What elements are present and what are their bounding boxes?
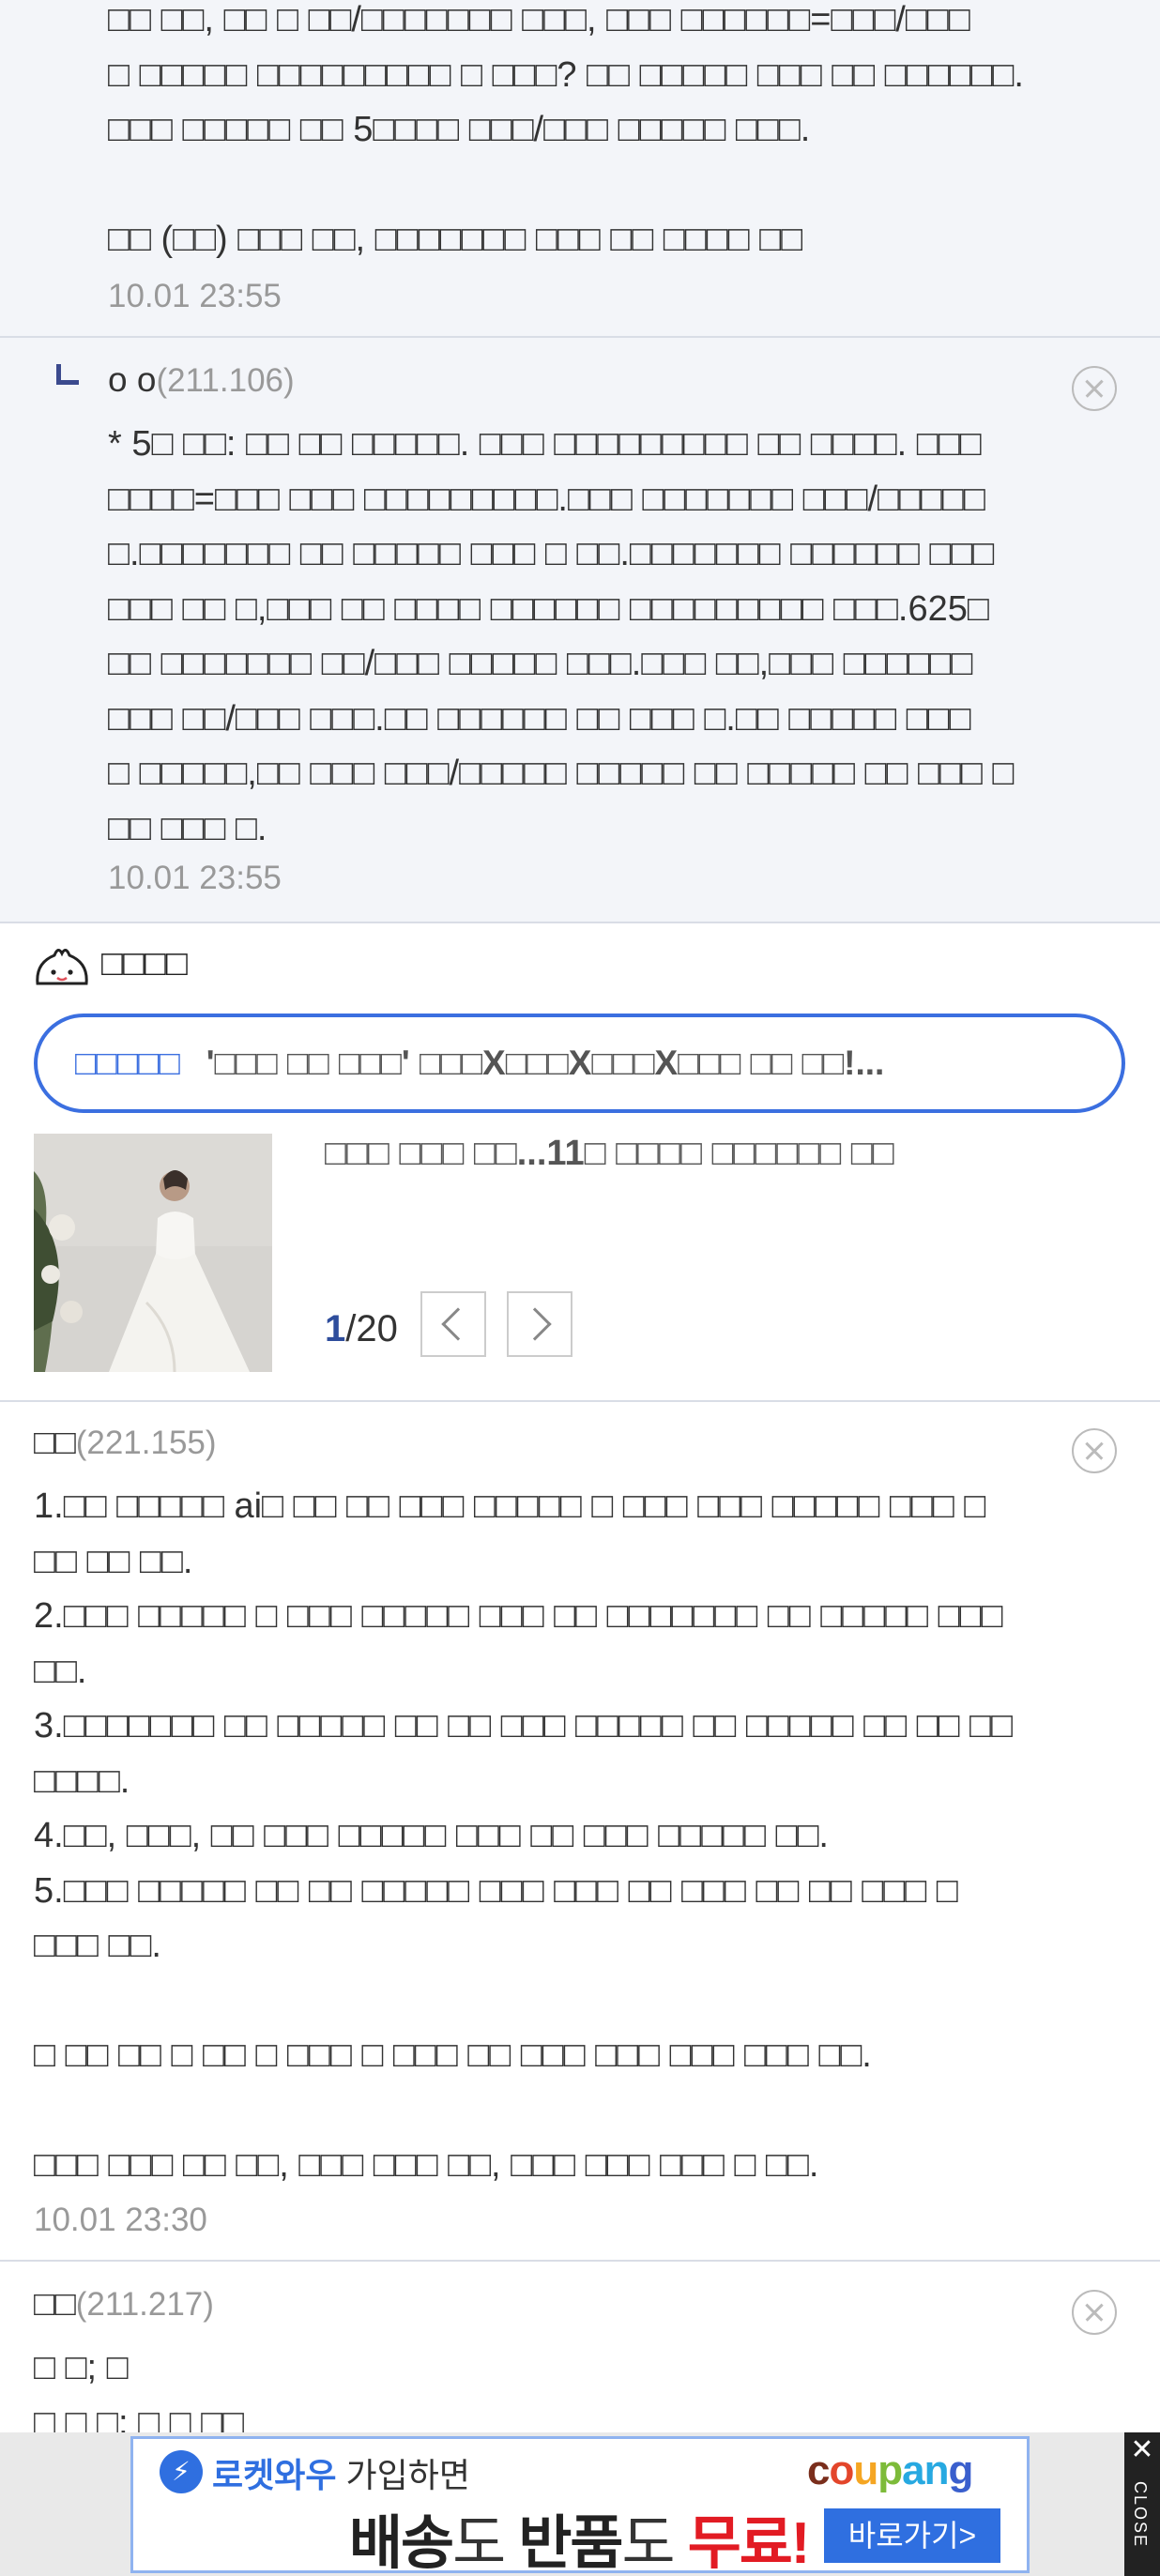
comment-line: □□□□=□□□ □□□ □□□□□□□□□.□□□ □□□□□□□ □□□/□… [108,479,985,519]
svg-text:coupang: coupang [807,2447,972,2493]
ad-top-suffix: 가입하면 [336,2456,470,2494]
comment-line: □□ □□, □□ □ □□/□□□□□□□ □□□, □□□ □□□□□□=□… [108,0,970,39]
comment-line: □□ □□□ □. [108,808,267,848]
prev-page-button[interactable] [420,1291,486,1357]
close-label: CLOSE [1131,2481,1150,2549]
close-icon: ✕ [1130,2434,1154,2465]
comment-line [34,1974,1132,2029]
reply-comment: o o(211.106) * 5□ □□: □□ □□ □□□□□. □□□ □… [0,338,1160,923]
ad-top-brand: 로켓와우 [212,2456,337,2494]
ad-main-part: 도 [452,2511,519,2576]
comment-ip: (221.155) [75,1425,217,1461]
comment-timestamp: 10.01 23:30 [34,2202,207,2238]
ad-main-part: 도 [621,2511,688,2576]
coupang-ad-banner[interactable]: ⚡ 로켓와우 가입하면 coupang 배송도 반품도 무료! 바로가기> [130,2436,1030,2576]
comment-line: □.□□□□□□□ □□ □□□□□ □□□ □ □□.□□□□□□□ □□□□… [108,534,995,573]
comment-line: □□ (□□) □□□ □□, □□□□□□□ □□□ □□ □□□□ □□ [108,220,803,259]
comment-timestamp: 10.01 23:55 [108,860,282,896]
comment-line: □ □ □; □ □ □□ [34,2402,245,2433]
coupang-wordmark: coupang [807,2447,973,2493]
comment-line: □ □; □ [34,2348,129,2387]
news-headline: '□□□ □□ □□□' □□□X□□□X□□□X□□□ □□ □□!... [206,1044,885,1082]
comment-line [108,158,1131,213]
news-headline-link[interactable]: □□□□□ '□□□ □□ □□□' □□□X□□□X□□□X□□□ □□ □□… [34,1014,1125,1113]
ad-main-part: 배송 [349,2511,454,2576]
delete-comment-icon[interactable] [1072,366,1117,411]
comment-author: □□(211.217) [34,2284,214,2324]
comment-line: □ □□□□□ □□□□□□□□□ □ □□□? □□ □□□□□ □□□ □□… [108,54,1024,95]
comment-line: 5.□□□ □□□□□ □□ □□ □□□□□ □□□ □□□ □□ □□□ □… [34,1870,958,1911]
comment-line: □□□ □□/□□□ □□□.□□ □□□□□□ □□ □□□ □.□□ □□□… [108,698,971,739]
reply-comment: □□ □□, □□ □ □□/□□□□□□□ □□□, □□□ □□□□□□=□… [0,0,1160,338]
comment-nickname[interactable]: □□ [34,2284,76,2323]
bride-photo-image [34,1134,272,1372]
comment-line: □□□ □□□□□ □□ 5□□□□ □□□/□□□ □□□□□ □□□. [108,110,811,149]
news-thumbnail[interactable] [34,1134,272,1372]
rocket-icon: ⚡ [160,2450,203,2493]
comment: □□(211.217) □ □; □ □ □ □; □ □ □□ [0,2264,1160,2432]
comment-line: □□□ □□□ □□ □□, □□□ □□□ □□, □□□ □□□ □□□ □… [34,2145,819,2185]
news-tag: □□□□□ [75,1044,180,1082]
news-subheadline[interactable]: □□□ □□□ □□...11□ □□□□ □□□□□□ □□ [325,1134,1132,1174]
pager-current: 1 [325,1308,346,1349]
pager-total: /20 [345,1308,398,1349]
comment-line: □ □□ □□ □ □□ □ □□□ □ □□□ □□ □□□ □□□ □□□ … [34,2035,872,2075]
comment-line: 3.□□□□□□□ □□ □□□□□ □□ □□ □□□ □□□□□ □□ □□… [34,1706,1013,1745]
coupang-logo: coupang [807,2446,1000,2506]
comment-line: □□ □□□□□□□ □□/□□□ □□□□□ □□□.□□□ □□,□□□ □… [108,644,973,683]
comment-nickname[interactable]: □□ [34,1423,76,1461]
news-section-title: □□□□ [101,944,188,983]
comment-line: * 5□ □□: □□ □□ □□□□□. □□□ □□□□□□□□□ □□ □… [108,424,982,464]
comment-line: □□. [34,1651,87,1691]
ad-close-button[interactable]: ✕ CLOSE [1124,2432,1160,2576]
news-section: □□□□ □□□□□ '□□□ □□ □□□' □□□X□□□X□□□X□□□ … [0,923,1160,1402]
comment-line: □□ □□ □□. [34,1541,193,1581]
delete-comment-icon[interactable] [1072,1428,1117,1473]
comment-author: o o(211.106) [108,360,295,400]
ad-main-part: 반품 [518,2511,623,2576]
comment: □□(221.155) 1.□□ □□□□□ ai□ □□ □□ □□□ □□□… [0,1402,1160,2262]
reply-arrow-icon [56,364,79,385]
comment-line: 1.□□ □□□□□ ai□ □□ □□ □□□ □□□□□ □ □□□ □□□… [34,1486,986,1526]
ad-main-part: 무료! [687,2511,811,2576]
ad-main-text: 배송도 반품도 무료! [349,2495,811,2576]
ad-top-text: 로켓와우 가입하면 [212,2448,470,2497]
comment-line: □□□ □□. [34,1926,161,1965]
dumpling-logo-icon [36,949,88,985]
comment-nickname[interactable]: o o [108,360,156,399]
next-page-button[interactable] [507,1291,572,1357]
news-pager: 1/20 [325,1308,398,1350]
comment-line: 4.□□, □□□, □□ □□□ □□□□□ □□□ □□ □□□ □□□□□… [34,1816,829,1855]
comment-ip: (211.217) [75,2286,214,2323]
comment-author: □□(221.155) [34,1423,217,1462]
comment-line: □ □□□□□,□□ □□□ □□□/□□□□□ □□□□□ □□ □□□□□ … [108,754,1015,793]
comment-line: 2.□□□ □□□□□ □ □□□ □□□□□ □□□ □□ □□□□□□□ □… [34,1596,1003,1636]
comment-timestamp: 10.01 23:55 [108,278,282,314]
delete-comment-icon[interactable] [1072,2290,1117,2335]
comment-ip: (211.106) [156,362,295,399]
comment-line: □□□□. [34,1761,130,1801]
comment-line: □□□ □□ □,□□□ □□ □□□□ □□□□□□ □□□□□□□□□ □□… [108,588,989,629]
comment-line [34,2083,1132,2139]
ad-go-button[interactable]: 바로가기> [824,2508,1000,2563]
